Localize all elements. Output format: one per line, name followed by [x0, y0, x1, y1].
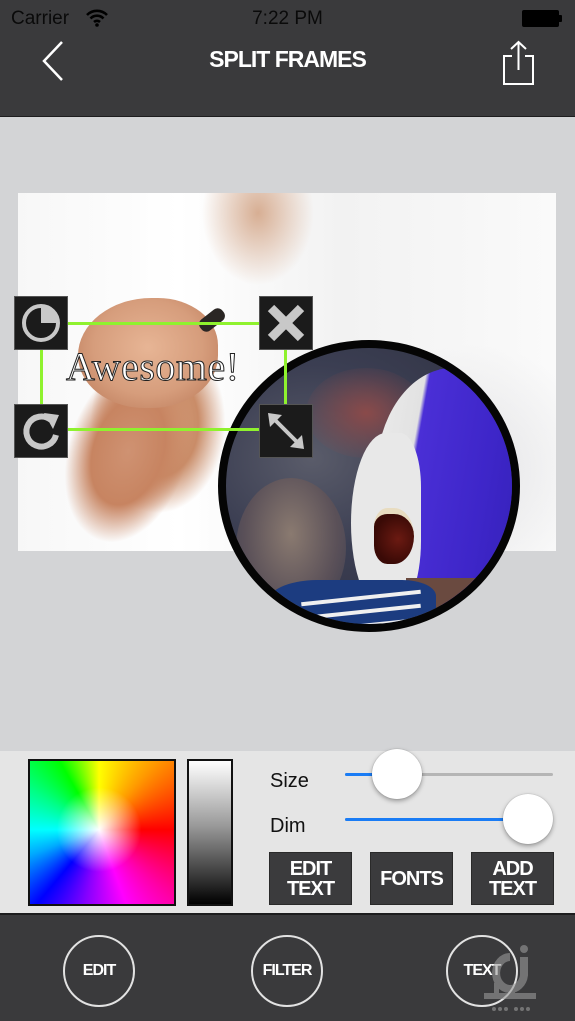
dim-slider[interactable] [345, 794, 554, 844]
resize-diagonal-icon [268, 413, 304, 449]
clock: 7:22 PM [252, 8, 323, 29]
add-text-label: ADD TEXT [488, 857, 537, 900]
filter-tab-label: FILTER [262, 962, 313, 979]
page-title: SPLIT FRAMES [209, 46, 367, 72]
share-icon [503, 40, 534, 85]
edit-text-button[interactable]: EDIT TEXT [269, 852, 352, 905]
share-button[interactable] [500, 40, 538, 86]
fonts-label: FONTS [380, 867, 444, 890]
size-slider-knob[interactable] [372, 749, 422, 799]
delete-handle[interactable] [259, 296, 313, 350]
status-bar: Carrier 7:22 PM [0, 0, 575, 38]
edit-text-label: EDIT TEXT [286, 857, 335, 900]
opacity-pie-icon [22, 304, 60, 342]
rotate-icon [23, 413, 59, 450]
edit-tab-button[interactable]: EDIT [63, 935, 135, 1007]
dim-slider-fill [345, 818, 529, 821]
color-picker[interactable] [28, 759, 176, 906]
dim-slider-knob[interactable] [503, 794, 554, 844]
size-slider[interactable] [345, 749, 553, 799]
battery-icon [522, 10, 562, 27]
resize-handle[interactable] [259, 404, 313, 458]
filter-tab-button[interactable]: FILTER [251, 935, 323, 1007]
text-controls-panel: Size Dim EDIT TEXT FONTS ADD TEXT [0, 749, 575, 913]
dim-label: Dim [270, 815, 306, 837]
text-overlay[interactable]: Awesome! [66, 343, 240, 390]
watermark-logo-icon [484, 945, 536, 1011]
bottom-toolbar: EDIT FILTER TEXT [0, 913, 575, 1021]
rotate-handle[interactable] [14, 404, 68, 458]
edit-tab-label: EDIT [82, 962, 116, 979]
opacity-handle[interactable] [14, 296, 68, 350]
fonts-button[interactable]: FONTS [370, 852, 453, 905]
top-bar: Carrier 7:22 PM SPLIT FRAMES [0, 0, 575, 117]
size-label: Size [270, 770, 309, 792]
close-icon [267, 304, 305, 342]
add-text-button[interactable]: ADD TEXT [471, 852, 554, 905]
brightness-picker[interactable] [187, 759, 233, 906]
